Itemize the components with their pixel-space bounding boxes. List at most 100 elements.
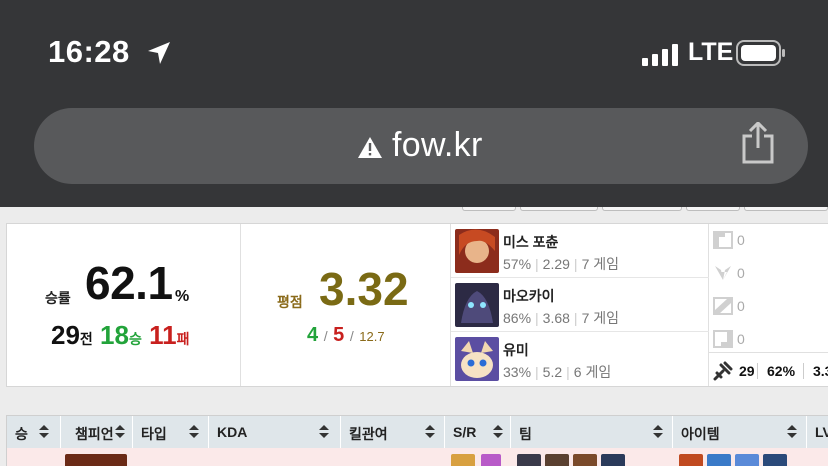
champion-games: 6 게임 <box>573 364 612 380</box>
bot-lane-icon <box>713 330 733 348</box>
item-icon <box>763 454 787 466</box>
champion-name: 미스 포츈 <box>503 234 559 250</box>
champion-row[interactable]: 미스 포츈 57% | 2.29 | 7 게임 <box>451 224 709 278</box>
champion-row[interactable]: 마오카이 86% | 3.68 | 7 게임 <box>451 278 709 332</box>
losses-unit: 패 <box>176 331 190 347</box>
top-tab-strip <box>460 207 828 217</box>
location-arrow-icon <box>148 42 170 64</box>
tab-stub[interactable] <box>520 207 598 211</box>
champion-winrate: 33% <box>503 364 532 380</box>
champion-stats: 33% | 5.2 | 6 게임 <box>503 364 612 380</box>
lane-row-mid: 0 <box>709 290 828 323</box>
column-header-level[interactable]: LV <box>807 416 828 448</box>
tab-stub[interactable] <box>744 207 828 211</box>
column-header-result[interactable]: 승 <box>7 416 61 448</box>
sort-icon[interactable] <box>319 424 329 440</box>
network-type: LTE <box>688 38 734 66</box>
champion-kda: 5.2 <box>542 364 563 380</box>
winrate-unit: % <box>175 288 190 305</box>
games-record: 29전 18승 11패 <box>51 320 189 351</box>
column-label: 챔피언 <box>75 426 114 442</box>
average-kda: 4 / 5 / 12.7 <box>307 324 385 347</box>
summary-panel: 승률 62.1 % 29전 18승 11패 평점 3.32 4 / 5 / 12… <box>6 223 828 387</box>
kda-separator: / <box>349 328 354 344</box>
wins-count: 18 <box>100 320 129 350</box>
lane-row-top: 0 <box>709 224 828 257</box>
rune-icon <box>481 454 501 466</box>
lane-total-games: 29 <box>739 363 755 379</box>
lane-row-jungle: 0 <box>709 257 828 290</box>
jungle-lane-icon <box>715 266 731 280</box>
champion-name: 마오카이 <box>503 288 555 304</box>
mid-lane-icon <box>713 297 733 315</box>
lane-total-kda: 3.3 <box>813 363 828 379</box>
games-total-unit: 전 <box>79 331 93 347</box>
column-header-type[interactable]: 타입 <box>133 416 209 448</box>
lane-total-winrate: 62% <box>767 363 796 379</box>
item-icon <box>735 454 759 466</box>
battery-icon <box>736 40 785 66</box>
table-header: 승 챔피언 타입 KDA 킬관여 S/R 팀 아이템 LV <box>7 416 828 448</box>
tab-stub[interactable] <box>686 207 740 211</box>
column-header-kda[interactable]: KDA <box>209 416 341 448</box>
sword-hand-icon <box>713 361 733 381</box>
browser-chrome: 16:28 LTE fow.kr <box>0 0 828 207</box>
column-header-champion[interactable]: 챔피언 <box>61 416 133 448</box>
column-label: 승 <box>15 426 28 442</box>
url-text[interactable]: fow.kr <box>392 126 483 165</box>
column-label: 아이템 <box>681 426 720 442</box>
champion-row[interactable]: 유미 33% | 5.2 | 6 게임 <box>451 332 709 386</box>
kda-deaths: 5 <box>333 324 345 346</box>
winrate-label: 승률 <box>45 290 71 306</box>
sort-icon[interactable] <box>39 424 49 440</box>
divider <box>757 363 758 379</box>
champion-stats: 57% | 2.29 | 7 게임 <box>503 256 619 272</box>
sort-icon[interactable] <box>787 424 797 440</box>
tab-stub[interactable] <box>602 207 682 211</box>
column-label: LV <box>815 424 828 440</box>
lane-stats: 0 0 0 0 29 62% 3. <box>709 224 828 386</box>
champion-portrait-icon <box>65 454 127 466</box>
top-lane-icon <box>713 231 733 249</box>
grade-cell: 평점 3.32 4 / 5 / 12.7 <box>241 224 451 386</box>
games-total: 29 <box>51 320 80 350</box>
most-champions: 미스 포츈 57% | 2.29 | 7 게임 마오카이 86% | 3.68 | 7 게임 <box>451 224 709 386</box>
lane-value: 0 <box>737 331 745 347</box>
page-content: 승률 62.1 % 29전 18승 11패 평점 3.32 4 / 5 / 12… <box>0 207 828 466</box>
lane-value: 0 <box>737 265 745 281</box>
champion-name: 유미 <box>503 342 529 358</box>
signal-bars-icon <box>642 42 680 66</box>
sort-icon[interactable] <box>425 424 435 440</box>
champion-kda: 2.29 <box>542 256 570 272</box>
column-header-team[interactable]: 팀 <box>511 416 673 448</box>
column-label: 팀 <box>519 426 532 442</box>
sort-icon[interactable] <box>189 424 199 440</box>
team-member-icon <box>601 454 625 466</box>
sort-icon[interactable] <box>115 424 125 440</box>
tab-stub[interactable] <box>462 207 516 211</box>
team-member-icon <box>545 454 569 466</box>
sort-icon[interactable] <box>493 424 503 440</box>
champion-games: 7 게임 <box>581 310 619 326</box>
winrate-value: 62.1 <box>85 257 173 309</box>
champion-winrate: 57% <box>503 256 532 272</box>
losses-count: 11 <box>149 320 177 350</box>
lane-total: 29 62% 3.3 <box>709 352 828 386</box>
kda-assists: 12.7 <box>359 329 385 344</box>
champion-kda: 3.68 <box>542 310 570 326</box>
column-label: S/R <box>453 424 477 440</box>
champion-portrait-icon <box>455 229 499 273</box>
sort-icon[interactable] <box>653 424 663 440</box>
grade-value: 3.32 <box>319 263 409 315</box>
column-header-kill-participation[interactable]: 킬관여 <box>341 416 445 448</box>
champion-portrait-icon <box>455 283 499 327</box>
item-icon <box>707 454 731 466</box>
share-icon[interactable] <box>740 122 776 164</box>
lane-value: 0 <box>737 232 745 248</box>
column-header-items[interactable]: 아이템 <box>673 416 807 448</box>
column-label: 타입 <box>141 426 167 442</box>
column-header-spells-runes[interactable]: S/R <box>445 416 511 448</box>
table-row[interactable] <box>7 448 828 466</box>
divider <box>803 363 804 379</box>
kda-separator: / <box>323 328 328 344</box>
